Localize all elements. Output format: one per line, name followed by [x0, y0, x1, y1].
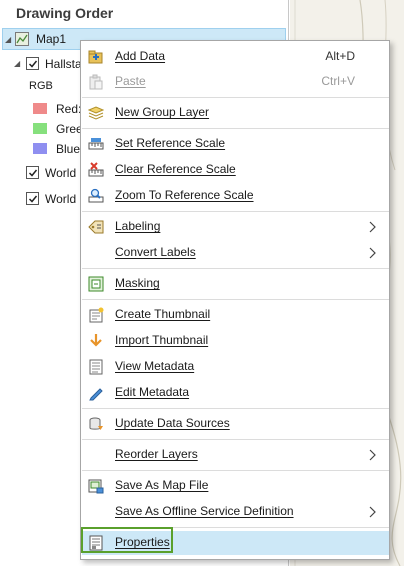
layer-checkbox[interactable]: [26, 57, 39, 70]
menu-label: Masking: [115, 276, 160, 290]
properties-highlight-box: [81, 527, 173, 553]
menu-shortcut: Ctrl+V: [321, 74, 355, 88]
menu-item-save-as-map-file[interactable]: Save As Map File: [82, 474, 389, 498]
menu-item-paste[interactable]: Paste Ctrl+V: [82, 70, 389, 94]
submenu-arrow-icon: [367, 220, 377, 234]
layer-collapse-arrow-icon[interactable]: ◢: [14, 59, 20, 68]
collapse-arrow-icon[interactable]: ◢: [5, 35, 11, 44]
paste-icon: [88, 74, 104, 90]
menu-label: View Metadata: [115, 359, 195, 373]
menu-label: Set Reference Scale: [115, 136, 226, 150]
set-scale-icon: [88, 136, 104, 152]
labeling-icon: [88, 219, 104, 235]
menu-label: Zoom To Reference Scale: [115, 188, 254, 202]
menu-separator: [82, 128, 389, 129]
world2-label: World: [45, 192, 77, 206]
red-swatch: [33, 103, 47, 114]
zoom-scale-icon: [88, 188, 104, 204]
menu-label: Reorder Layers: [115, 447, 198, 461]
menu-separator: [82, 299, 389, 300]
import-thumbnail-icon: [88, 333, 104, 349]
menu-label: Labeling: [115, 219, 161, 233]
submenu-arrow-icon: [367, 448, 377, 462]
menu-item-update-data-sources[interactable]: Update Data Sources: [82, 412, 389, 436]
menu-item-new-group-layer[interactable]: New Group Layer: [82, 101, 389, 125]
menu-separator: [82, 408, 389, 409]
create-thumbnail-icon: [88, 307, 104, 323]
menu-label: Paste: [115, 74, 146, 88]
green-swatch: [33, 123, 47, 134]
menu-separator: [82, 211, 389, 212]
menu-item-create-thumbnail[interactable]: Create Thumbnail: [82, 303, 389, 327]
menu-label: Edit Metadata: [115, 385, 190, 399]
menu-item-zoom-to-reference-scale[interactable]: Zoom To Reference Scale: [82, 184, 389, 208]
menu-item-clear-reference-scale[interactable]: Clear Reference Scale: [82, 158, 389, 182]
menu-item-convert-labels[interactable]: Convert Labels: [82, 241, 389, 265]
masking-icon: [88, 276, 104, 292]
submenu-arrow-icon: [367, 505, 377, 519]
menu-label: Create Thumbnail: [115, 307, 211, 321]
update-sources-icon: [88, 416, 104, 432]
world2-checkbox[interactable]: [26, 192, 39, 205]
menu-item-edit-metadata[interactable]: Edit Metadata: [82, 381, 389, 405]
menu-label: Clear Reference Scale: [115, 162, 236, 176]
menu-label: Save As Offline Service Definition: [115, 504, 294, 518]
menu-label: Convert Labels: [115, 245, 196, 259]
blue-band-label: Blue: [56, 142, 81, 156]
red-band-label: Red:: [56, 102, 82, 116]
menu-item-view-metadata[interactable]: View Metadata: [82, 355, 389, 379]
edit-metadata-icon: [88, 385, 104, 401]
menu-separator: [82, 439, 389, 440]
map-icon: [15, 32, 29, 46]
menu-item-set-reference-scale[interactable]: Set Reference Scale: [82, 132, 389, 156]
add-data-icon: [88, 49, 104, 65]
menu-item-masking[interactable]: Masking: [82, 272, 389, 296]
blue-swatch: [33, 143, 47, 154]
context-menu: Add Data Alt+D Paste Ctrl+V New Group La…: [80, 40, 390, 560]
menu-item-reorder-layers[interactable]: Reorder Layers: [82, 443, 389, 467]
green-band-label: Gree: [56, 122, 83, 136]
submenu-arrow-icon: [367, 246, 377, 260]
menu-item-labeling[interactable]: Labeling: [82, 215, 389, 239]
layer-label: Hallsta: [45, 57, 82, 71]
menu-label: Save As Map File: [115, 478, 209, 492]
map-label: Map1: [36, 32, 67, 46]
menu-separator: [82, 268, 389, 269]
menu-item-add-data[interactable]: Add Data Alt+D: [82, 45, 389, 69]
menu-label: Update Data Sources: [115, 416, 230, 430]
menu-label: Add Data: [115, 49, 166, 63]
menu-label: New Group Layer: [115, 105, 210, 119]
clear-scale-icon: [88, 162, 104, 178]
menu-label: Import Thumbnail: [115, 333, 209, 347]
panel-title: Drawing Order: [16, 5, 114, 21]
world1-checkbox[interactable]: [26, 166, 39, 179]
menu-shortcut: Alt+D: [325, 49, 355, 63]
world1-label: World: [45, 166, 77, 180]
menu-item-save-as-offline[interactable]: Save As Offline Service Definition: [82, 500, 389, 524]
save-map-file-icon: [88, 478, 104, 494]
menu-separator: [82, 97, 389, 98]
rgb-label: RGB: [29, 80, 53, 92]
menu-separator: [82, 470, 389, 471]
group-layer-icon: [87, 105, 105, 121]
view-metadata-icon: [88, 359, 104, 375]
menu-item-import-thumbnail[interactable]: Import Thumbnail: [82, 329, 389, 353]
